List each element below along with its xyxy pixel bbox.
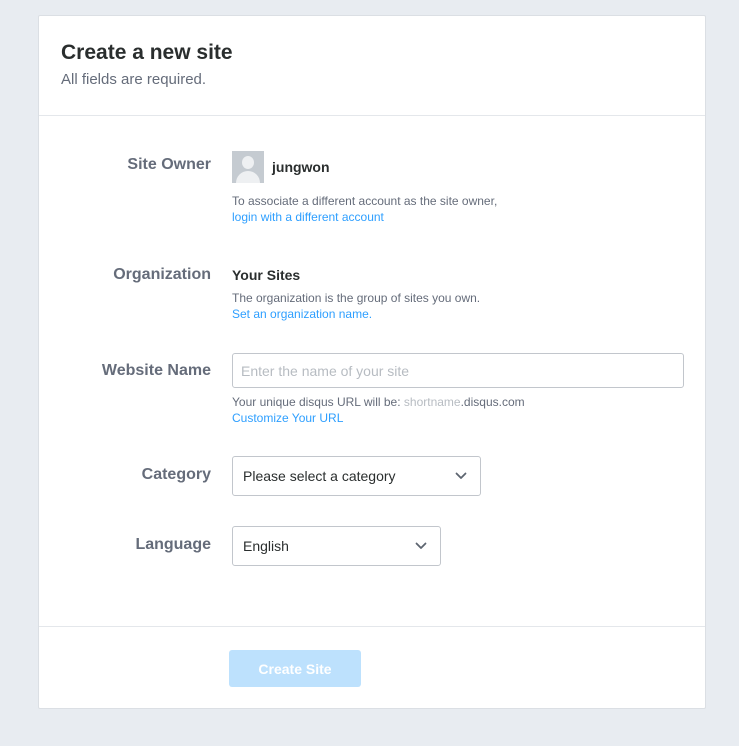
organization-help: The organization is the group of sites y… <box>232 291 481 305</box>
category-selected-value: Please select a category <box>243 468 396 484</box>
unique-url-help: Your unique disqus URL will be: shortnam… <box>232 394 684 410</box>
create-site-button[interactable]: Create Site <box>229 650 361 687</box>
owner-username: jungwon <box>272 159 330 175</box>
category-label: Category <box>141 466 211 483</box>
category-content: Please select a category <box>232 456 481 496</box>
language-select[interactable]: English <box>232 526 441 566</box>
site-owner-content: jungwon To associate a different account… <box>232 151 497 225</box>
language-content: English <box>232 526 441 566</box>
page-title: Create a new site <box>61 41 233 64</box>
chevron-down-icon <box>455 472 467 479</box>
language-selected-value: English <box>243 538 289 554</box>
create-site-card: Create a new site All fields are require… <box>38 15 706 709</box>
website-name-input[interactable] <box>232 353 684 388</box>
login-different-account-link[interactable]: login with a different account <box>232 209 497 225</box>
url-suffix: .disqus.com <box>460 395 525 409</box>
website-name-label: Website Name <box>101 362 211 379</box>
page-subtitle: All fields are required. <box>61 71 207 88</box>
url-shortname: shortname <box>403 395 461 409</box>
organization-name: Your Sites <box>232 267 301 283</box>
set-organization-name-link[interactable]: Set an organization name. <box>232 306 480 322</box>
website-name-content: Your unique disqus URL will be: shortnam… <box>232 353 684 426</box>
language-label: Language <box>135 536 211 553</box>
organization-content: Your Sites The organization is the group… <box>232 267 480 322</box>
card-header: Create a new site All fields are require… <box>39 16 705 116</box>
site-owner-help: To associate a different account as the … <box>232 194 498 208</box>
chevron-down-icon <box>415 542 427 549</box>
customize-url-link[interactable]: Customize Your URL <box>232 410 684 426</box>
organization-label: Organization <box>113 266 211 283</box>
category-select[interactable]: Please select a category <box>232 456 481 496</box>
site-owner-label: Site Owner <box>127 156 211 173</box>
url-prefix: Your unique disqus URL will be: <box>232 395 404 409</box>
card-footer: Create Site <box>39 626 705 710</box>
avatar-placeholder-icon <box>232 151 264 183</box>
